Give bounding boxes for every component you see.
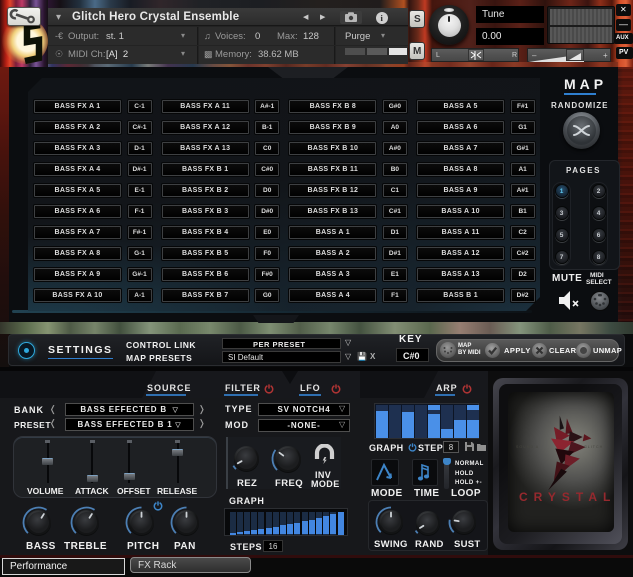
svg-text:GLITCH: GLITCH <box>584 445 603 449</box>
svg-text:SOUND A: SOUND A <box>516 445 539 449</box>
